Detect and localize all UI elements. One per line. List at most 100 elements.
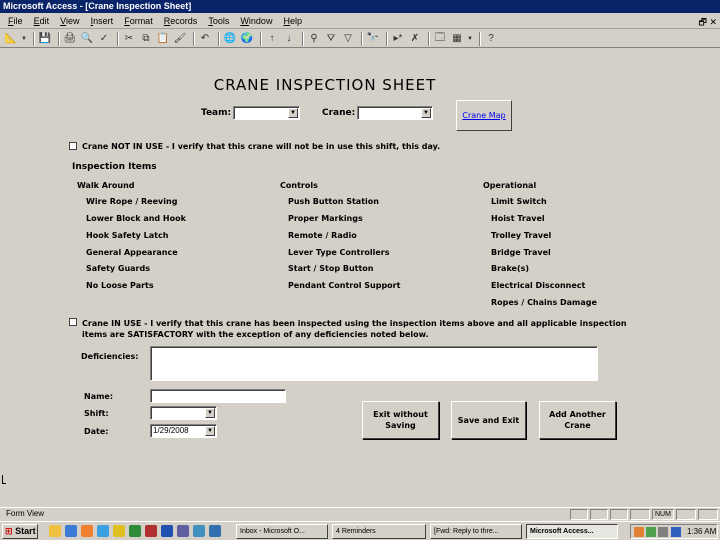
tray-icon[interactable]	[670, 526, 681, 537]
database-window-icon[interactable]: 🗔	[433, 32, 447, 46]
spelling-icon[interactable]: ✓	[97, 32, 111, 46]
clock[interactable]: 1:36 AM	[687, 527, 716, 536]
search-icon[interactable]	[113, 525, 125, 537]
chevron-down-icon[interactable]: ▼	[205, 426, 215, 436]
sort-ascending-icon[interactable]: ↑	[265, 32, 279, 46]
tray-icon[interactable]	[658, 526, 669, 537]
help-icon[interactable]: ?	[484, 32, 498, 46]
menu-records[interactable]: Records	[164, 13, 198, 29]
chevron-down-icon[interactable]: ▼	[205, 408, 215, 418]
windows-logo-icon: ⊞	[5, 526, 13, 536]
new-object-icon[interactable]: ▦	[450, 32, 464, 46]
quick-launch-icon[interactable]	[177, 525, 189, 537]
web-toolbar-icon[interactable]: 🌍	[240, 32, 254, 46]
start-button[interactable]: ⊞ Start	[2, 524, 38, 539]
delete-record-icon[interactable]: ✗	[408, 32, 422, 46]
operational-item: Ropes / Chains Damage	[491, 298, 597, 307]
menu-insert[interactable]: Insert	[91, 13, 114, 29]
exit-without-saving-button[interactable]: Exit without Saving	[362, 401, 439, 439]
status-text: Form View	[6, 509, 45, 518]
toolbar-separator	[361, 31, 363, 46]
menu-bar: File Edit View Insert Format Records Too…	[0, 13, 720, 29]
new-record-icon[interactable]: ▸*	[391, 32, 405, 46]
walk-around-item: Wire Rope / Reeving	[86, 197, 178, 206]
ie-icon[interactable]	[65, 525, 77, 537]
tray-icon[interactable]	[634, 526, 644, 537]
quick-launch-icon[interactable]	[49, 525, 61, 537]
status-pane	[630, 509, 650, 520]
filter-by-selection-icon[interactable]: ⚲	[307, 32, 321, 46]
crane-map-button[interactable]: Crane Map	[456, 100, 512, 131]
insert-hyperlink-icon[interactable]: 🌐	[223, 32, 237, 46]
team-combo[interactable]: ▼	[233, 106, 300, 120]
system-tray: 1:36 AM	[630, 524, 718, 539]
chevron-down-icon[interactable]: ▼	[421, 108, 431, 118]
status-pane	[590, 509, 608, 520]
paste-icon[interactable]: 📋	[156, 32, 170, 46]
toolbar-separator	[260, 31, 262, 46]
undo-icon[interactable]: ↶	[198, 32, 212, 46]
cut-icon[interactable]: ✂	[122, 32, 136, 46]
walk-around-heading: Walk Around	[77, 181, 135, 190]
chevron-down-icon[interactable]: ▼	[288, 108, 298, 118]
status-pane	[610, 509, 628, 520]
menu-view[interactable]: View	[60, 13, 79, 29]
quick-launch-icon[interactable]	[193, 525, 205, 537]
toolbar-separator	[302, 31, 304, 46]
shift-label: Shift:	[84, 409, 109, 418]
operational-item: Trolley Travel	[491, 231, 552, 240]
quick-launch-icon[interactable]	[97, 525, 109, 537]
menu-window[interactable]: Window	[240, 13, 272, 29]
view-icon[interactable]: 📐	[4, 32, 18, 46]
quick-launch-icon[interactable]	[209, 525, 221, 537]
deficiencies-field[interactable]	[150, 346, 598, 381]
shift-combo[interactable]: ▼	[150, 406, 217, 420]
crane-map-link[interactable]: Crane Map	[462, 110, 505, 121]
task-reminders[interactable]: 4 Reminders	[332, 524, 426, 539]
tray-icon[interactable]	[646, 526, 657, 537]
outlook-icon[interactable]	[81, 525, 93, 537]
toolbar-separator	[193, 31, 195, 46]
add-another-crane-button[interactable]: Add Another Crane	[539, 401, 616, 439]
excel-icon[interactable]	[129, 525, 141, 537]
toolbar-separator	[479, 31, 481, 46]
controls-item: Lever Type Controllers	[288, 248, 390, 257]
task-outlook-inbox[interactable]: Inbox - Microsoft O...	[236, 524, 328, 539]
crane-combo[interactable]: ▼	[357, 106, 433, 120]
name-label: Name:	[84, 392, 114, 401]
controls-item: Remote / Radio	[288, 231, 357, 240]
task-microsoft-access[interactable]: Microsoft Access...	[526, 524, 618, 539]
toolbar-separator	[58, 31, 60, 46]
walk-around-item: No Loose Parts	[86, 281, 154, 290]
name-field[interactable]	[150, 389, 286, 403]
menu-help[interactable]: Help	[284, 13, 303, 29]
filter-by-form-icon[interactable]: ⛛	[324, 32, 338, 46]
num-lock-indicator: NUM	[652, 509, 674, 520]
format-painter-icon[interactable]: 🖌	[173, 32, 187, 46]
chevron-down-icon[interactable]: ▼	[467, 32, 473, 46]
word-icon[interactable]	[161, 525, 173, 537]
in-use-checkbox[interactable]	[69, 318, 77, 326]
sort-descending-icon[interactable]: ↓	[282, 32, 296, 46]
menu-format[interactable]: Format	[124, 13, 153, 29]
save-and-exit-button[interactable]: Save and Exit	[451, 401, 526, 439]
copy-icon[interactable]: ⧉	[139, 32, 153, 46]
menu-tools[interactable]: Tools	[208, 13, 229, 29]
chevron-down-icon[interactable]: ▼	[21, 32, 27, 46]
access-icon[interactable]	[145, 525, 157, 537]
apply-filter-icon[interactable]: ▽	[341, 32, 355, 46]
save-icon[interactable]: 💾	[38, 32, 52, 46]
operational-item: Hoist Travel	[491, 214, 545, 223]
mdi-restore-close-icons[interactable]: 🗗 ✕	[699, 15, 718, 31]
toolbar-separator	[218, 31, 220, 46]
menu-file[interactable]: File	[8, 13, 23, 29]
menu-edit[interactable]: Edit	[34, 13, 50, 29]
status-pane	[570, 509, 588, 520]
find-icon[interactable]: 🔭	[366, 32, 380, 46]
print-icon[interactable]: 🖨	[63, 32, 77, 46]
not-in-use-checkbox[interactable]	[69, 142, 77, 150]
task-fwd-reply[interactable]: [Fwd: Reply to thre...	[430, 524, 522, 539]
print-preview-icon[interactable]: 🔍	[80, 32, 94, 46]
date-combo[interactable]: 1/29/2008 ▼	[150, 424, 217, 438]
in-use-text-line1: Crane IN USE - I verify that this crane …	[82, 319, 627, 328]
